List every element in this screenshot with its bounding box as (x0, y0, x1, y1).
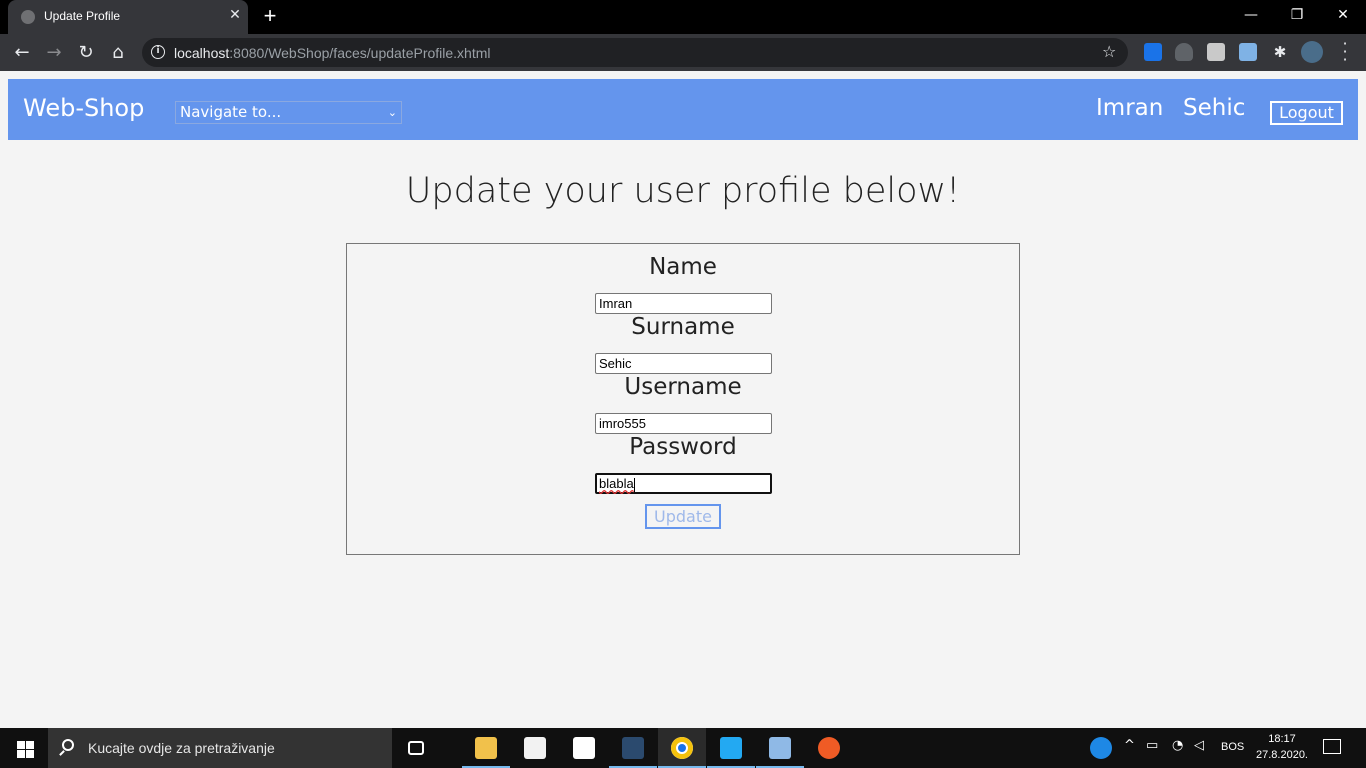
globe-icon (21, 10, 35, 24)
browser-menu-icon[interactable]: · · · (1338, 36, 1352, 68)
site-info-icon[interactable]: i (151, 45, 165, 59)
page-title: Update your user profile below! (405, 171, 961, 211)
password-field-value: blabla (599, 476, 634, 491)
username-field[interactable]: imro555 (595, 413, 772, 434)
name-field-value: Imran (599, 296, 633, 311)
close-tab-icon[interactable]: ✕ (226, 6, 244, 24)
extensions-puzzle-icon[interactable]: ✱ (1271, 43, 1289, 61)
show-hidden-icons-icon[interactable]: ^ (1124, 738, 1135, 753)
profile-avatar[interactable] (1301, 41, 1323, 63)
volume-icon[interactable]: ◁ (1194, 738, 1204, 753)
url-host: localhost (174, 45, 230, 61)
logout-button[interactable]: Logout (1270, 101, 1343, 125)
store-icon[interactable] (511, 728, 559, 768)
restore-window-button[interactable]: ❐ (1274, 0, 1320, 30)
text-caret (633, 477, 635, 492)
update-button[interactable]: Update (645, 504, 721, 529)
battery-icon[interactable]: ▭ (1146, 738, 1158, 753)
site-navbar: Web-Shop Navigate to... ⌄ Imran Sehic Lo… (8, 79, 1358, 140)
taskbar-search-placeholder: Kucajte ovdje za pretraživanje (88, 740, 275, 756)
url-path: :8080/WebShop/faces/updateProfile.xhtml (229, 45, 491, 61)
windows-start-icon[interactable] (0, 728, 48, 768)
browser-tab[interactable]: Update Profile ✕ (8, 0, 248, 34)
vscode-icon[interactable] (707, 728, 755, 768)
shield-extension-icon[interactable] (1175, 43, 1193, 61)
download-extension-icon[interactable] (1144, 43, 1162, 61)
amazon-icon[interactable] (560, 728, 608, 768)
surname-field-value: Sehic (599, 356, 632, 371)
task-view-icon[interactable] (392, 728, 440, 768)
chrome-icon[interactable] (658, 728, 706, 768)
bookmark-star-icon[interactable]: ☆ (1102, 42, 1116, 61)
notifications-icon[interactable] (1323, 739, 1341, 754)
minimize-window-button[interactable]: — (1228, 0, 1274, 30)
taskbar-search-box[interactable]: Kucajte ovdje za pretraživanje (48, 728, 392, 768)
reload-icon[interactable]: ↻ (73, 40, 99, 66)
name-label: Name (649, 254, 717, 280)
clock-time: 18:17 (1268, 733, 1296, 745)
address-bar[interactable]: i localhost:8080/WebShop/faces/updatePro… (142, 38, 1128, 67)
name-field[interactable]: Imran (595, 293, 772, 314)
virtualbox-icon[interactable] (756, 728, 804, 768)
wifi-icon[interactable]: ◔ (1172, 738, 1183, 753)
tab-extension-icon[interactable] (1207, 43, 1225, 61)
browser-tab-strip: Update Profile ✕ + — ❐ ✕ (0, 0, 1366, 34)
username-field-value: imro555 (599, 416, 646, 431)
search-icon (62, 739, 74, 751)
navigate-select[interactable]: Navigate to... ⌄ (175, 101, 402, 124)
update-profile-form: Name Imran Surname Sehic Username imro55… (346, 243, 1020, 555)
user-last-name: Sehic (1183, 95, 1246, 121)
windows-taskbar: Kucajte ovdje za pretraživanje ^ ▭ ◔ ◁ B… (0, 728, 1366, 768)
password-field[interactable]: blabla (595, 473, 772, 494)
close-window-button[interactable]: ✕ (1320, 0, 1366, 30)
browser-toolbar: ← → ↻ ⌂ i localhost:8080/WebShop/faces/u… (0, 34, 1366, 71)
input-language[interactable]: BOS (1221, 741, 1244, 753)
file-explorer-icon[interactable] (462, 728, 510, 768)
clock-date: 27.8.2020. (1256, 749, 1308, 761)
site-brand[interactable]: Web-Shop (23, 94, 144, 122)
chevron-down-icon: ⌄ (387, 106, 397, 119)
tab-title: Update Profile (44, 9, 121, 23)
navigate-select-value: Navigate to... (180, 103, 282, 121)
page-viewport: Web-Shop Navigate to... ⌄ Imran Sehic Lo… (0, 71, 1366, 728)
username-label: Username (624, 374, 742, 400)
forward-icon[interactable]: → (41, 40, 67, 66)
back-icon[interactable]: ← (9, 40, 35, 66)
cube-extension-icon[interactable] (1239, 43, 1257, 61)
user-first-name: Imran (1096, 95, 1164, 121)
taskbar-clock[interactable]: 18:17 27.8.2020. (1252, 731, 1312, 763)
home-icon[interactable]: ⌂ (105, 40, 131, 66)
new-tab-button[interactable]: + (258, 4, 282, 28)
password-label: Password (629, 434, 737, 460)
database-app-icon[interactable] (609, 728, 657, 768)
help-tray-icon[interactable] (1090, 737, 1112, 759)
address-url: localhost:8080/WebShop/faces/updateProfi… (174, 45, 491, 61)
surname-field[interactable]: Sehic (595, 353, 772, 374)
postman-icon[interactable] (805, 728, 853, 768)
surname-label: Surname (631, 314, 735, 340)
